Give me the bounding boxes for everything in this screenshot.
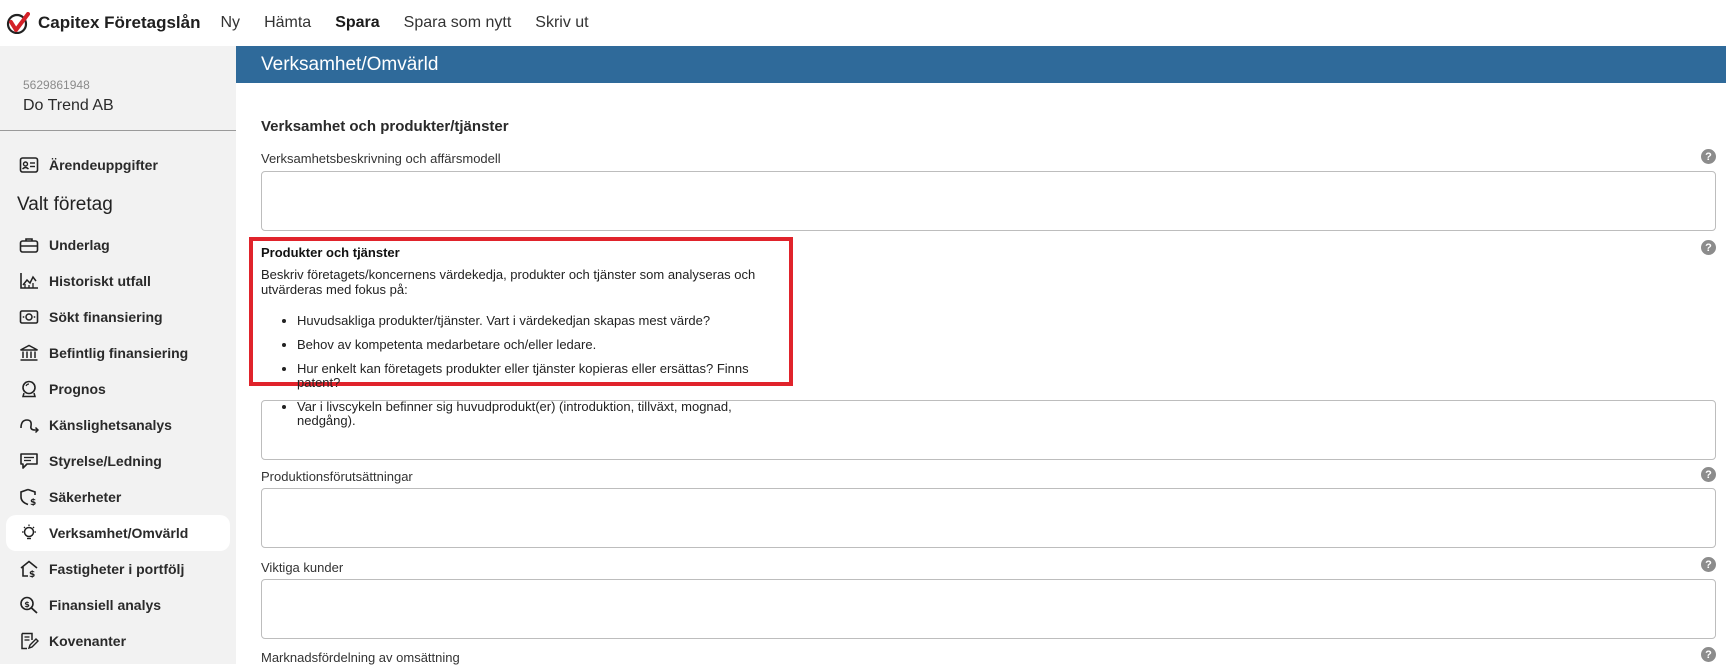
- sidebar-item-label: Säkerheter: [49, 489, 122, 505]
- viktiga-kunder-textarea[interactable]: [261, 579, 1716, 639]
- sidebar-item-label: Styrelse/Ledning: [49, 453, 162, 469]
- sidebar-item-sokt-finansiering[interactable]: Sökt finansiering: [0, 299, 236, 335]
- menu-save[interactable]: Spara: [335, 14, 379, 32]
- sidebar-item-fastigheter-i-portfolj[interactable]: $ Fastigheter i portfölj: [0, 551, 236, 587]
- verksamhetsbeskrivning-textarea[interactable]: [261, 171, 1716, 231]
- sidebar: 5629861948 Do Trend AB Ärendeuppgifter V…: [0, 46, 236, 664]
- sidebar-item-label: Underlag: [49, 237, 110, 253]
- field-label-produktionsforutsattningar: Produktionsförutsättningar: [261, 469, 413, 484]
- help-icon[interactable]: ?: [1701, 557, 1716, 572]
- sidebar-item-label: Känslighetsanalys: [49, 417, 172, 433]
- shield-dollar-icon: $: [18, 486, 40, 508]
- sidebar-item-verksamhet-omvarld[interactable]: Verksamhet/Omvärld: [6, 515, 230, 551]
- tooltip-title: Produkter och tjänster: [261, 245, 400, 260]
- company-orgnr: 5629861948: [23, 78, 90, 92]
- svg-text:$: $: [30, 498, 36, 506]
- field-label-viktiga-kunder: Viktiga kunder: [261, 560, 344, 575]
- help-tooltip: Produkter och tjänster Beskriv företaget…: [249, 237, 793, 428]
- tooltip-bullet: Hur enkelt kan företagets produkter elle…: [297, 362, 781, 390]
- house-icon: $: [18, 558, 40, 580]
- sidebar-item-prognos[interactable]: Prognos: [0, 371, 236, 407]
- sidebar-item-label: Fastigheter i portfölj: [49, 561, 185, 577]
- lightbulb-icon: [18, 522, 40, 544]
- sidebar-item-label: Finansiell analys: [49, 597, 162, 613]
- sidebar-item-label: Kovenanter: [49, 633, 127, 649]
- tooltip-bullet: Behov av kompetenta medarbetare och/elle…: [297, 338, 781, 352]
- tooltip-list: Huvudsakliga produkter/tjänster. Vart i …: [261, 314, 781, 428]
- help-icon[interactable]: ?: [1701, 149, 1716, 164]
- section-header: Verksamhet/Omvärld: [236, 46, 1726, 83]
- company-info: 5629861948 Do Trend AB: [0, 46, 236, 131]
- capitex-logo-icon: [6, 12, 30, 34]
- sidebar-item-label: Verksamhet/Omvärld: [49, 525, 189, 541]
- top-menu: Ny Hämta Spara Spara som nytt Skriv ut: [221, 14, 613, 32]
- bank-icon: [18, 342, 40, 364]
- brand[interactable]: Capitex Företagslån: [6, 12, 201, 34]
- sidebar-item-kanslighetsanalys[interactable]: Känslighetsanalys: [0, 407, 236, 443]
- field-label-verksamhetsbeskrivning: Verksamhetsbeskrivning och affärsmodell: [261, 151, 501, 166]
- briefcase-icon: [18, 234, 40, 256]
- id-card-icon: [18, 154, 40, 176]
- sidebar-nav: Ärendeuppgifter Valt företag Underlag Hi…: [0, 147, 236, 659]
- sidebar-divider: [0, 130, 236, 131]
- menu-fetch[interactable]: Hämta: [264, 14, 311, 32]
- sidebar-item-label: Historiskt utfall: [49, 273, 151, 289]
- subheading: Verksamhet och produkter/tjänster: [261, 118, 509, 135]
- search-dollar-icon: $: [18, 594, 40, 616]
- menu-save-as-new[interactable]: Spara som nytt: [404, 14, 512, 32]
- crystal-ball-icon: [18, 378, 40, 400]
- chart-icon: [18, 270, 40, 292]
- sidebar-item-label: Prognos: [49, 381, 106, 397]
- app-title: Capitex Företagslån: [38, 13, 201, 32]
- sidebar-item-historiskt-utfall[interactable]: Historiskt utfall: [0, 263, 236, 299]
- field-label-marknadsfordelning: Marknadsfördelning av omsättning: [261, 650, 460, 665]
- svg-text:$: $: [24, 600, 30, 609]
- help-icon[interactable]: ?: [1701, 467, 1716, 482]
- sidebar-item-kovenanter[interactable]: Kovenanter: [0, 623, 236, 659]
- tooltip-bullet: Huvudsakliga produkter/tjänster. Vart i …: [297, 314, 781, 328]
- svg-text:$: $: [29, 570, 35, 578]
- company-name: Do Trend AB: [23, 97, 114, 114]
- document-edit-icon: [18, 630, 40, 652]
- tooltip-bullet: Var i livscykeln befinner sig huvudprodu…: [297, 400, 781, 428]
- produktionsforutsattningar-textarea[interactable]: [261, 488, 1716, 548]
- sidebar-item-styrelse-ledning[interactable]: Styrelse/Ledning: [0, 443, 236, 479]
- sidebar-item-underlag[interactable]: Underlag: [0, 227, 236, 263]
- sidebar-item-arendeuppgifter[interactable]: Ärendeuppgifter: [0, 147, 236, 183]
- tooltip-description: Beskriv företagets/koncernens värdekedja…: [261, 267, 756, 297]
- sidebar-item-label: Ärendeuppgifter: [49, 157, 158, 173]
- top-bar: Capitex Företagslån Ny Hämta Spara Spara…: [0, 0, 1726, 46]
- menu-print[interactable]: Skriv ut: [535, 14, 588, 32]
- trend-arrow-icon: [18, 414, 40, 436]
- sidebar-item-sakerheter[interactable]: $ Säkerheter: [0, 479, 236, 515]
- sidebar-section-title: Valt företag: [17, 194, 113, 215]
- sidebar-item-label: Befintlig finansiering: [49, 345, 189, 361]
- sidebar-item-label: Sökt finansiering: [49, 309, 163, 325]
- money-icon: [18, 306, 40, 328]
- help-icon[interactable]: ?: [1701, 240, 1716, 255]
- comment-icon: [18, 450, 40, 472]
- sidebar-item-befintlig-finansiering[interactable]: Befintlig finansiering: [0, 335, 236, 371]
- menu-new[interactable]: Ny: [221, 14, 241, 32]
- main-content: Verksamhet/Omvärld Verksamhet och produk…: [236, 46, 1726, 665]
- sidebar-item-finansiell-analys[interactable]: $ Finansiell analys: [0, 587, 236, 623]
- help-icon[interactable]: ?: [1701, 647, 1716, 662]
